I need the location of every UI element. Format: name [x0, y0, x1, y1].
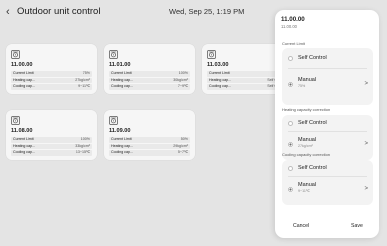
radio-selected[interactable] — [288, 82, 293, 87]
chevron-right-icon[interactable]: > — [364, 81, 368, 88]
self-control-option[interactable]: Self Control — [282, 160, 373, 176]
option-value: 27kg/cm² — [298, 144, 313, 148]
radio-unselected[interactable] — [288, 165, 293, 171]
radio-unselected[interactable] — [288, 120, 293, 126]
option-label: Self Control — [298, 164, 327, 171]
self-control-option[interactable]: Self Control — [282, 115, 373, 131]
current-limit-group: Self Control Manual 75% > — [282, 48, 373, 105]
option-label: Manual — [298, 182, 317, 188]
self-control-option[interactable]: Self Control — [282, 48, 373, 68]
option-label: Manual — [298, 77, 317, 83]
option-label: Self Control — [298, 54, 327, 61]
chevron-right-icon[interactable]: > — [364, 186, 368, 193]
save-button[interactable]: Save — [351, 223, 363, 230]
cooling-capacity-group: Self Control Manual 9~11℃ > — [282, 160, 373, 205]
panel-header: 11.00.00 11.00.00 — [281, 16, 373, 41]
panel-title: 11.00.00 — [281, 16, 305, 23]
section-label: Current Limit — [282, 41, 305, 46]
chevron-right-icon[interactable]: > — [364, 141, 368, 148]
panel-subtitle: 11.00.00 — [281, 24, 297, 29]
unit-settings-panel: 11.00.00 11.00.00 Current Limit Self Con… — [275, 10, 379, 238]
radio-selected[interactable] — [288, 142, 293, 147]
radio-unselected[interactable] — [288, 55, 293, 61]
radio-selected[interactable] — [288, 187, 293, 192]
option-label: Self Control — [298, 119, 327, 126]
cancel-button[interactable]: Cancel — [293, 223, 309, 230]
section-label: Heating capacity correction — [282, 107, 331, 112]
option-value: 9~11℃ — [298, 189, 310, 193]
manual-option[interactable]: Manual 9~11℃ > — [282, 177, 373, 205]
option-value: 75% — [298, 84, 306, 88]
option-label: Manual — [298, 137, 317, 143]
manual-option[interactable]: Manual 75% > — [282, 69, 373, 103]
section-label: Cooling capacity correction — [282, 152, 331, 157]
